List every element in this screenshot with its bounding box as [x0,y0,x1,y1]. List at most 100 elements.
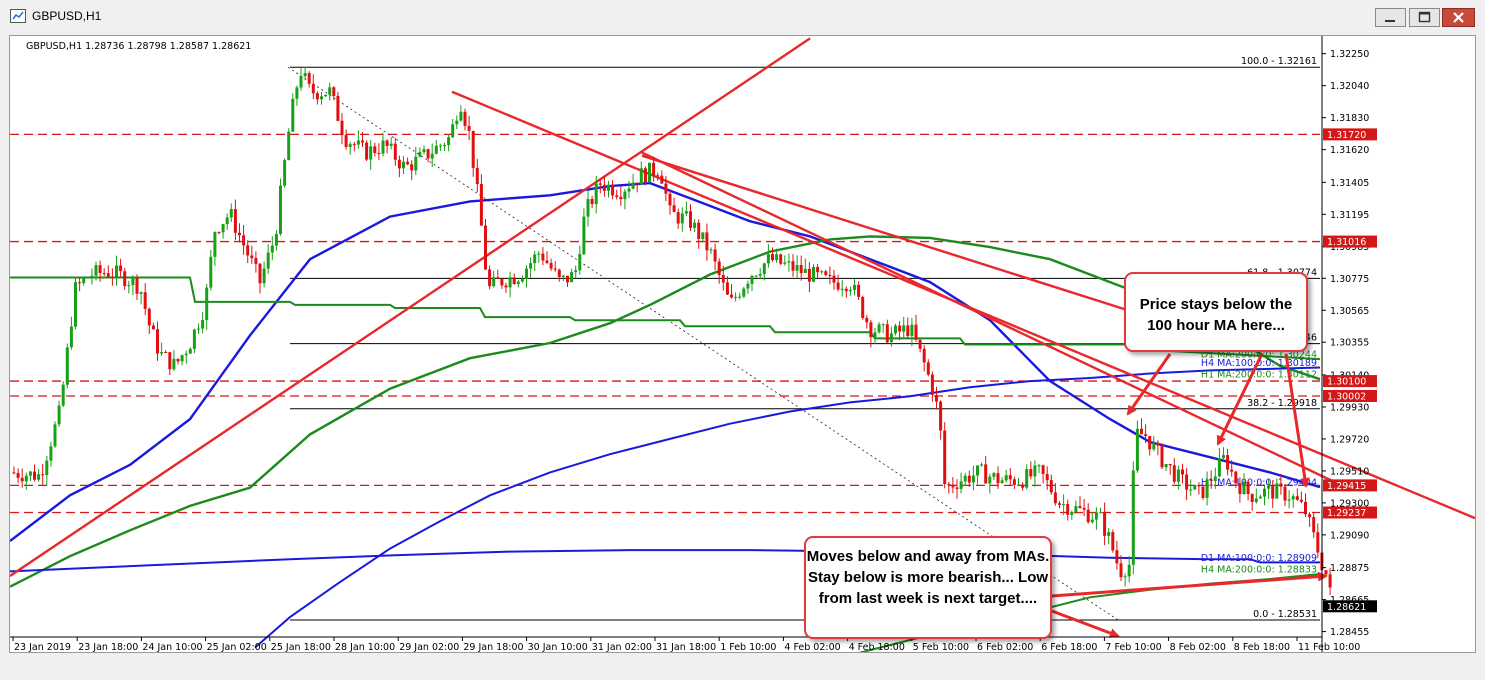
candle-body [33,471,36,480]
candle-body [545,260,549,263]
terminal-window: GBPUSD,H1 100.0 - 1.3216161.8 - 1.307745… [0,0,1485,680]
h1-ma100-line [9,181,1321,542]
candle-body [291,98,295,132]
candle-body [1037,465,1041,467]
candle-body [340,120,344,135]
candle-body [352,144,356,146]
candle-body [143,292,147,309]
candle-body [701,232,705,239]
candle-body [106,273,110,277]
candle-body [799,265,803,274]
candle-body [1099,512,1102,514]
annotation-callout: Price stays below the 100 hour MA here..… [1124,272,1308,352]
candle-body [803,268,807,273]
candle-body [537,253,541,255]
candle-body [45,460,49,476]
minimize-icon [1385,20,1395,22]
x-tick-label: 4 Feb 18:00 [849,642,905,652]
candle-body [1135,428,1139,471]
candle-body [643,168,647,183]
candle-body [365,142,369,160]
candle-body [533,254,537,264]
candle-body [373,146,377,153]
candle-body [939,401,943,431]
candle-body [672,205,676,212]
candle-body [41,474,45,476]
candle-body [791,261,795,271]
candle-body [746,283,750,289]
candle-body [656,175,660,177]
candle-body [242,235,246,246]
candle-body [447,137,451,146]
candle-body [689,211,692,228]
candle-body [951,484,955,488]
x-tick-label: 6 Feb 18:00 [1041,642,1097,652]
candle-body [246,245,250,256]
candle-body [1025,469,1029,488]
candle-body [594,183,598,205]
candle-body [762,263,766,275]
candle-body [512,277,516,284]
d1-ma100-line [9,549,1320,573]
candle-body [717,261,721,275]
candle-body [943,430,947,484]
x-tick-label: 31 Jan 02:00 [592,642,652,652]
candle-body [844,288,848,292]
candle-body [262,268,266,284]
candle-body [139,292,143,294]
candle-body [1164,464,1168,468]
candle-body [730,294,733,298]
candle-body [53,424,57,447]
price-tag-label: 1.30002 [1327,391,1366,402]
candle-body [147,308,151,326]
candle-body [758,274,762,276]
candle-body [201,320,205,329]
candle-body [430,153,434,159]
candle-body [1058,503,1061,505]
candle-body [397,159,401,169]
x-tick-label: 28 Jan 10:00 [335,642,395,652]
candle-body [410,164,414,171]
candle-body [1033,465,1037,477]
candle-body [16,473,20,478]
candle-body [1045,474,1049,481]
candle-body [586,199,590,217]
candle-body [328,87,332,95]
y-tick-label: 1.29720 [1330,434,1369,445]
candle-body [590,199,594,205]
candle-body [857,285,861,297]
candle-body [381,140,385,154]
candle-body [320,96,323,100]
x-tick-label: 29 Jan 18:00 [463,642,523,652]
candle-body [697,222,701,239]
candle-body [820,271,824,273]
candle-body [37,474,41,480]
candle-body [824,271,828,275]
candle-body [676,212,680,224]
candle-body [192,329,196,349]
x-tick-label: 29 Jan 02:00 [399,642,459,652]
candle-body [1234,471,1238,484]
candle-body [1156,442,1160,446]
minimize-button[interactable] [1375,8,1406,27]
candle-body [684,211,688,214]
candle-body [238,232,241,236]
x-tick-label: 30 Jan 10:00 [528,642,588,652]
candle-body [1172,465,1176,482]
candle-body [303,73,307,77]
candle-body [525,268,528,279]
close-button[interactable] [1442,8,1475,27]
fibonacci-level-label: 100.0 - 1.32161 [1241,56,1317,67]
candle-body [1283,486,1287,501]
candle-body [742,288,746,297]
callout-arrow [1051,571,1328,598]
maximize-button[interactable] [1409,8,1440,27]
candle-body [1115,550,1119,564]
candle-body [693,222,697,228]
candle-body [455,120,459,125]
y-tick-label: 1.30775 [1330,274,1369,285]
candle-body [873,332,877,338]
x-tick-label: 7 Feb 10:00 [1105,642,1161,652]
window-title: GBPUSD,H1 [32,9,102,23]
x-tick-label: 1 Feb 10:00 [720,642,776,652]
